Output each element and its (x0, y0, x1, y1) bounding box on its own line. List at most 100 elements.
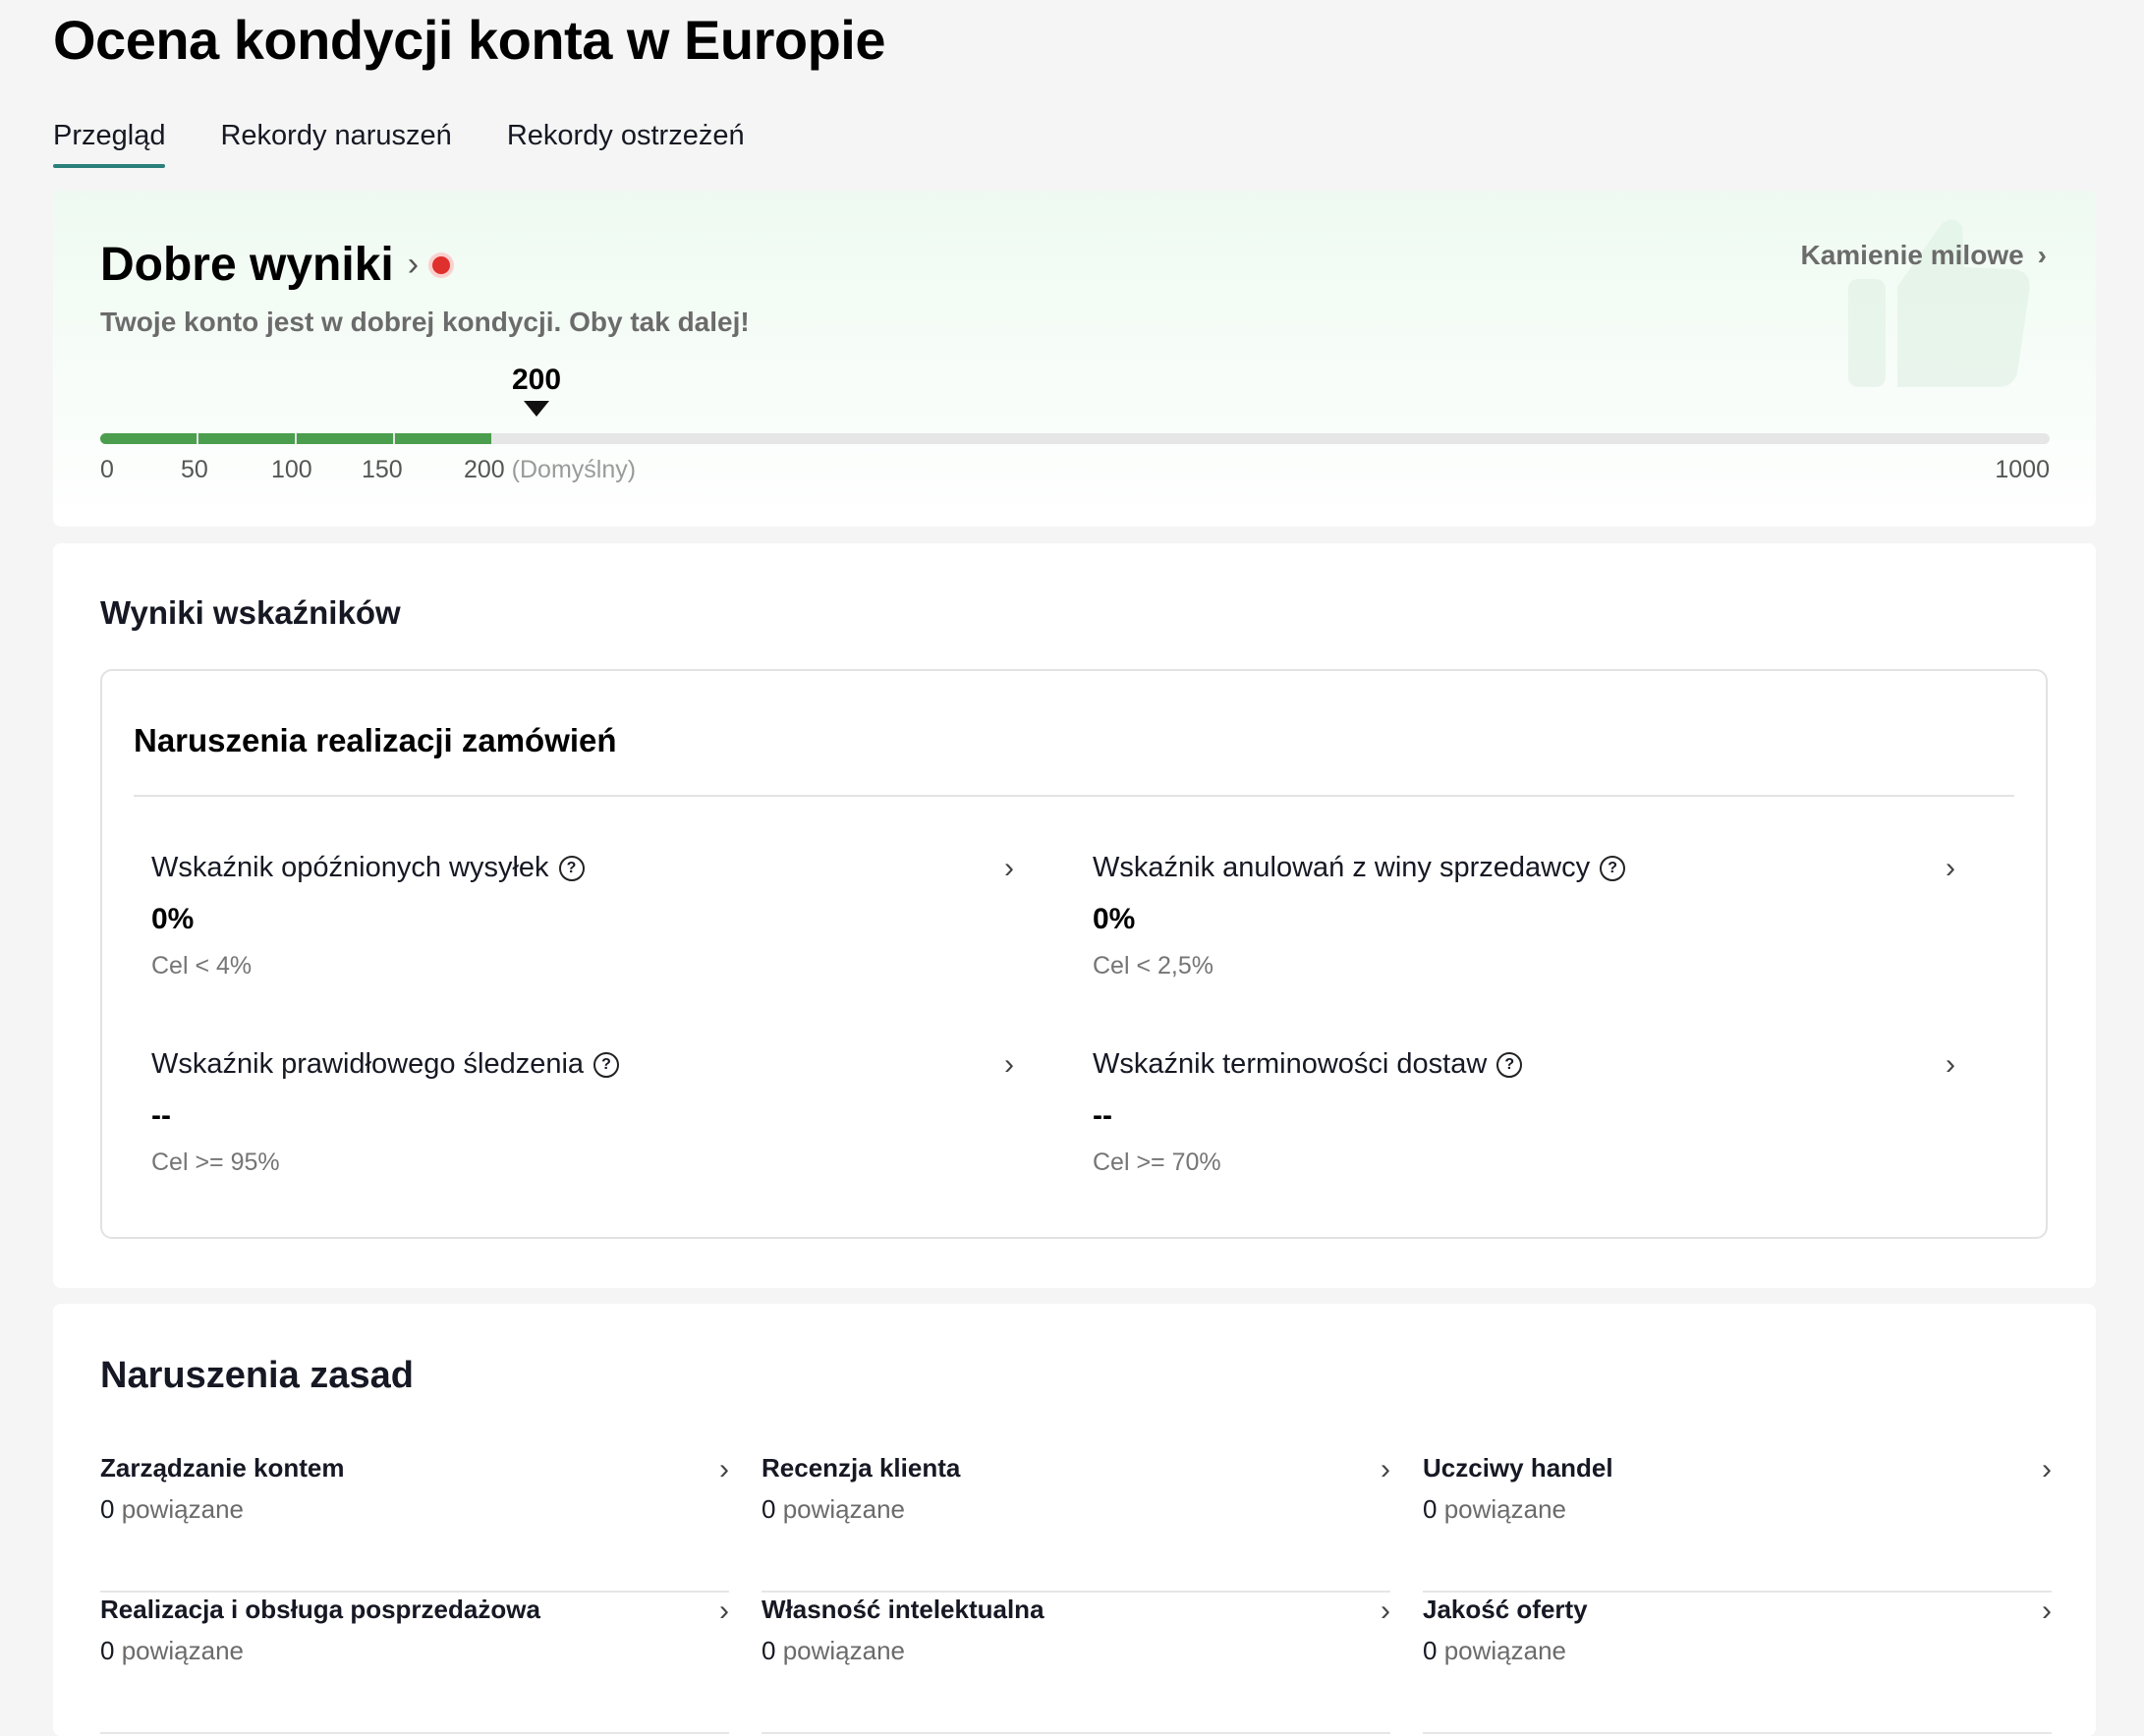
count-number: 0 (100, 1494, 115, 1524)
metric-label: Wskaźnik opóźnionych wysyłek? (151, 852, 585, 884)
policy-count: 0 powiązane (100, 1636, 244, 1666)
metric-value: 0% (151, 903, 195, 935)
score-progress-segment (100, 433, 197, 444)
help-icon[interactable]: ? (593, 1051, 620, 1078)
metric-label: Wskaźnik terminowości dostaw? (1093, 1048, 1523, 1081)
divider (100, 1732, 729, 1734)
count-number: 0 (762, 1494, 776, 1524)
chevron-right-icon: › (1946, 852, 1955, 884)
health-status-title: Dobre wyniki (100, 239, 394, 291)
count-number: 0 (1423, 1494, 1438, 1524)
metric-target: Cel >= 95% (151, 1148, 280, 1176)
count-number: 0 (100, 1636, 115, 1665)
metric-value: 0% (1093, 903, 1136, 935)
divider (100, 1591, 729, 1593)
metrics-card: Wyniki wskaźników Naruszenia realizacji … (53, 543, 2096, 1288)
score-marker: 200 (458, 364, 615, 417)
policy-count: 0 powiązane (1423, 1494, 1566, 1525)
chevron-right-icon: › (1946, 1048, 1955, 1081)
policy-count: 0 powiązane (1423, 1636, 1566, 1666)
policy-count: 0 powiązane (100, 1494, 244, 1525)
score-progress-bar (100, 433, 2050, 444)
scale-tick: 1000 (1995, 456, 2050, 483)
chevron-right-icon: › (719, 1453, 729, 1485)
metric-label-text: Wskaźnik prawidłowego śledzenia (151, 1048, 585, 1080)
health-status-link[interactable]: Dobre wyniki › (100, 238, 451, 292)
related-label: powiązane (121, 1636, 245, 1665)
divider (134, 795, 2014, 797)
tab-violation-records[interactable]: Rekordy naruszeń (220, 120, 451, 168)
score-progress-segment (198, 433, 295, 444)
related-label: powiązane (1443, 1494, 1567, 1524)
account-health-card: Dobre wyniki › Twoje konto jest w dobrej… (53, 191, 2096, 527)
policy-name: Własność intelektualna (762, 1595, 1044, 1624)
policy-count: 0 powiązane (762, 1636, 905, 1666)
related-label: powiązane (121, 1494, 245, 1524)
related-label: powiązane (782, 1636, 906, 1665)
scale-tick: 200 (464, 456, 505, 483)
metric-seller-cancellation[interactable]: Wskaźnik anulowań z winy sprzedawcy? › 0… (1077, 852, 1971, 1009)
help-icon[interactable]: ? (1496, 1051, 1523, 1078)
policy-name: Recenzja klienta (762, 1453, 961, 1483)
score-value: 200 (511, 364, 562, 396)
fulfillment-group-title: Naruszenia realizacji zamówień (134, 722, 617, 758)
scale-tick: 100 (271, 456, 312, 483)
help-icon[interactable]: ? (1600, 855, 1626, 881)
policy-item-fair-trade[interactable]: Uczciwy handel 0 powiązane › (1423, 1453, 2052, 1593)
help-icon[interactable]: ? (558, 855, 585, 881)
score-progress-segment (297, 433, 393, 444)
metric-target: Cel < 2,5% (1093, 952, 1213, 980)
metric-label-text: Wskaźnik terminowości dostaw (1093, 1048, 1488, 1080)
policy-name: Jakość oferty (1423, 1595, 1588, 1624)
divider (1423, 1732, 2052, 1734)
page-title: Ocena kondycji konta w Europie (53, 9, 885, 71)
default-label: (Domyślny) (511, 456, 637, 483)
chevron-right-icon: › (407, 246, 420, 283)
chevron-right-icon: › (1004, 1048, 1014, 1081)
chevron-right-icon: › (1004, 852, 1014, 884)
policy-item-intellectual-property[interactable]: Własność intelektualna 0 powiązane › (762, 1595, 1390, 1734)
policy-section-title: Naruszenia zasad (100, 1355, 414, 1396)
health-subtitle: Twoje konto jest w dobrej kondycji. Oby … (100, 307, 750, 337)
thumbs-up-icon (1848, 219, 2030, 387)
metric-label: Wskaźnik anulowań z winy sprzedawcy? (1093, 852, 1626, 884)
metric-label-text: Wskaźnik anulowań z winy sprzedawcy (1093, 852, 1591, 883)
metrics-section-title: Wyniki wskaźników (100, 594, 401, 631)
tab-overview[interactable]: Przegląd (53, 120, 166, 168)
divider (762, 1591, 1390, 1593)
policy-item-listing-quality[interactable]: Jakość oferty 0 powiązane › (1423, 1595, 2052, 1734)
score-progress-segment (395, 433, 491, 444)
chevron-right-icon: › (2037, 240, 2047, 270)
score-scale: 0 50 100 150 200 (Domyślny) 1000 (100, 456, 2050, 489)
divider (762, 1732, 1390, 1734)
policy-name: Zarządzanie kontem (100, 1453, 345, 1483)
policy-violations-card: Naruszenia zasad Zarządzanie kontem 0 po… (53, 1304, 2096, 1736)
metric-on-time-delivery[interactable]: Wskaźnik terminowości dostaw? › -- Cel >… (1077, 1048, 1971, 1205)
count-number: 0 (762, 1636, 776, 1665)
milestones-link[interactable]: Kamienie milowe › (1800, 240, 2047, 271)
chevron-right-icon: › (1381, 1595, 1390, 1627)
tab-bar: Przegląd Rekordy naruszeń Rekordy ostrze… (53, 120, 745, 168)
policy-name: Uczciwy handel (1423, 1453, 1613, 1483)
related-label: powiązane (782, 1494, 906, 1524)
scale-tick: 0 (100, 456, 114, 483)
notification-dot-icon (432, 255, 451, 274)
scale-tick: 150 (362, 456, 403, 483)
metric-label: Wskaźnik prawidłowego śledzenia? (151, 1048, 620, 1081)
policy-item-account-management[interactable]: Zarządzanie kontem 0 powiązane › (100, 1453, 729, 1593)
policy-item-customer-review[interactable]: Recenzja klienta 0 powiązane › (762, 1453, 1390, 1593)
fulfillment-violations-box: Naruszenia realizacji zamówień Wskaźnik … (100, 669, 2048, 1239)
metric-value: -- (151, 1099, 171, 1132)
policy-item-fulfillment-aftersales[interactable]: Realizacja i obsługa posprzedażowa 0 pow… (100, 1595, 729, 1734)
milestones-label: Kamienie milowe (1800, 240, 2024, 270)
policy-name: Realizacja i obsługa posprzedażowa (100, 1595, 540, 1624)
metric-late-shipment[interactable]: Wskaźnik opóźnionych wysyłek? › 0% Cel <… (136, 852, 1030, 1009)
chevron-right-icon: › (719, 1595, 729, 1627)
tab-warning-records[interactable]: Rekordy ostrzeżeń (507, 120, 745, 168)
policy-count: 0 powiązane (762, 1494, 905, 1525)
scale-tick-default: 200 (Domyślny) (464, 456, 636, 484)
related-label: powiązane (1443, 1636, 1567, 1665)
metric-valid-tracking[interactable]: Wskaźnik prawidłowego śledzenia? › -- Ce… (136, 1048, 1030, 1205)
scale-tick: 50 (181, 456, 208, 483)
chevron-right-icon: › (2042, 1453, 2052, 1485)
